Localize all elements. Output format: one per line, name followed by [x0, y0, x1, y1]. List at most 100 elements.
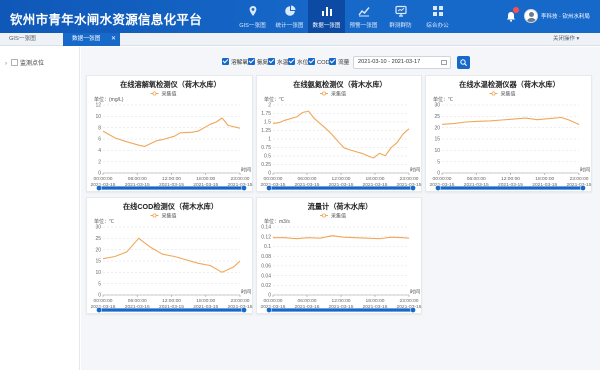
zoom-slider-handle-end[interactable] [241, 307, 247, 313]
search-icon [460, 59, 467, 66]
nav-office[interactable]: 综合办公 [419, 0, 456, 33]
y-tick-label: 0 [268, 171, 271, 177]
nav-label: 统计一张图 [275, 23, 304, 29]
tree-node-monitoring-points[interactable]: › 监测点位 [5, 58, 44, 67]
nav-label: 预警一张图 [349, 23, 378, 29]
x-tick-time: 06:00:00 [297, 176, 316, 182]
avatar[interactable] [524, 9, 538, 23]
checkbox-checked-icon [288, 58, 295, 65]
chart-card-cod: 在线COD检测仪（荷木水库） 采集值 单位：℃ 0 5 10 15 20 25 30 时间 00:00… [86, 197, 253, 314]
chart-title: 在线COD检测仪（荷木水库） [123, 202, 218, 211]
x-tick-time: 00:00:00 [263, 176, 282, 182]
series-line [273, 235, 410, 240]
checkbox-checked-icon [308, 58, 315, 65]
checkbox-label: 水温 [277, 60, 289, 66]
zoom-slider-handle-end[interactable] [410, 307, 416, 313]
zoom-slider-handle-end[interactable] [241, 185, 247, 191]
tree-node-label: 监测点位 [20, 61, 45, 67]
chart-title: 在线水温检测仪器（荷木水库） [459, 80, 560, 89]
checkbox-water-level[interactable]: 水位 [288, 57, 308, 69]
y-tick-label: 1.25 [261, 128, 271, 134]
checkbox-label: 溶解氧 [231, 60, 249, 66]
tree-checkbox[interactable] [11, 59, 18, 66]
y-tick-label: 4 [98, 148, 101, 154]
zoom-slider-handle-start[interactable] [96, 307, 102, 313]
y-tick-label: 2 [98, 159, 101, 165]
tab-data-map[interactable]: 数据一张图 ✕ [63, 33, 120, 46]
series-line [441, 116, 580, 126]
checkbox-cod[interactable]: COD [308, 57, 330, 69]
y-tick-label: 0.12 [261, 234, 271, 240]
tab-label: 数据一张图 [72, 36, 101, 42]
y-tick-label: 30 [95, 225, 101, 231]
top-header: 钦州市青年水闸水资源信息化平台 GIS一张图 统计一张图 数据一张图 预警一张图… [0, 0, 600, 33]
chart-flow: 流量计（荷木水库）采集值单位：m3/s00.020.040.060.080.10… [260, 202, 422, 313]
checkbox-checked-icon [222, 58, 229, 65]
series-line [102, 117, 241, 147]
x-tick-time: 00:00:00 [93, 176, 112, 182]
zoom-slider-handle-start[interactable] [435, 185, 441, 191]
checkbox-dissolved-oxygen[interactable]: 溶解氧 [222, 57, 248, 69]
x-axis-label: 时间 [241, 289, 251, 296]
nav-label: 综合办公 [426, 23, 449, 29]
app-root: 钦州市青年水闸水资源信息化平台 GIS一张图 统计一张图 数据一张图 预警一张图… [0, 0, 600, 370]
nav-group-monitoring[interactable]: 群测群防 [382, 0, 419, 33]
checkbox-label: COD [317, 60, 330, 66]
chart-title: 在线溶解氧检测仪（荷木水库） [120, 80, 221, 89]
zoom-slider-handle-start[interactable] [266, 185, 272, 191]
x-tick-time: 18:00:00 [196, 298, 215, 304]
zoom-slider-handle-start[interactable] [266, 307, 272, 313]
close-operations-dropdown[interactable]: 关闭操作 ▾ [553, 33, 579, 46]
nav-warning-map[interactable]: 预警一张图 [345, 0, 382, 33]
zoom-slider-handle-end[interactable] [580, 185, 586, 191]
x-tick-time: 18:00:00 [365, 176, 384, 182]
zoom-slider-handle-end[interactable] [410, 185, 416, 191]
calendar-icon [441, 60, 447, 65]
tab-bar: GIS一张图 数据一张图 ✕ 关闭操作 ▾ [0, 33, 600, 46]
chart-title: 流量计（荷木水库） [308, 202, 373, 211]
grid-icon [432, 6, 443, 16]
legend-label: 采集值 [331, 91, 346, 98]
chart-card-flow: 流量计（荷木水库） 采集值 单位：m3/s 0 0.02 0.04 0.06 0.08 0.1 0… [256, 197, 422, 314]
x-tick-time: 06:00:00 [128, 298, 147, 304]
user-name[interactable]: 李科技 · 钦州水利局 [541, 12, 590, 20]
x-tick-time: 00:00:00 [93, 298, 112, 304]
date-range-input[interactable]: 2021-03-10 - 2021-03-17 [353, 56, 451, 69]
chart-cod: 在线COD检测仪（荷木水库）采集值单位：℃051015202530时间00:00… [90, 202, 253, 313]
y-tick-label: 1.5 [264, 120, 271, 126]
search-button[interactable] [457, 56, 470, 69]
chart-title: 在线氨氮检测仪（荷木水库） [293, 80, 386, 89]
x-tick-time: 06:00:00 [467, 176, 486, 182]
tab-gis-map[interactable]: GIS一张图 [0, 33, 56, 46]
y-axis-label: 单位：℃ [264, 96, 284, 103]
y-tick-label: 5 [437, 159, 440, 165]
y-tick-label: 1.75 [261, 111, 271, 117]
x-axis-label: 时间 [410, 289, 420, 296]
legend-marker [491, 91, 496, 96]
y-tick-label: 10 [95, 114, 101, 120]
zoom-slider-handle-start[interactable] [96, 185, 102, 191]
checkbox-flow[interactable]: 流量 [329, 57, 349, 69]
chart-card-dissolved-oxygen: 在线溶解氧检测仪（荷木水库） 采集值 单位：(mg/L) 0 2 4 6 8 10 12 时间 00:… [86, 75, 253, 192]
trend-line-icon [357, 7, 370, 17]
y-tick-label: 0.02 [261, 283, 271, 289]
nav-statistics-map[interactable]: 统计一张图 [271, 0, 308, 33]
checkbox-water-temp[interactable]: 水温 [268, 57, 288, 69]
chart-dissolved-oxygen: 在线溶解氧检测仪（荷木水库）采集值单位：(mg/L)024681012时间00:… [90, 80, 253, 191]
app-title: 钦州市青年水闸水资源信息化平台 [10, 13, 203, 27]
y-tick-label: 0.06 [261, 264, 271, 270]
y-tick-label: 0 [268, 293, 271, 299]
x-tick-time: 12:00:00 [331, 176, 350, 182]
x-axis-label: 时间 [580, 167, 590, 174]
y-tick-label: 25 [95, 236, 101, 242]
checkbox-ammonia[interactable]: 氨氮 [248, 57, 268, 69]
y-tick-label: 0.08 [261, 254, 271, 260]
nav-data-map[interactable]: 数据一张图 [308, 0, 345, 33]
legend-marker [152, 91, 157, 96]
close-icon[interactable]: ✕ [111, 33, 116, 46]
nav-gis-map[interactable]: GIS一张图 [234, 0, 271, 33]
x-axis-label: 时间 [410, 167, 420, 174]
y-tick-label: 0 [437, 171, 440, 177]
series-line [102, 237, 241, 273]
y-tick-label: 1 [268, 137, 271, 143]
